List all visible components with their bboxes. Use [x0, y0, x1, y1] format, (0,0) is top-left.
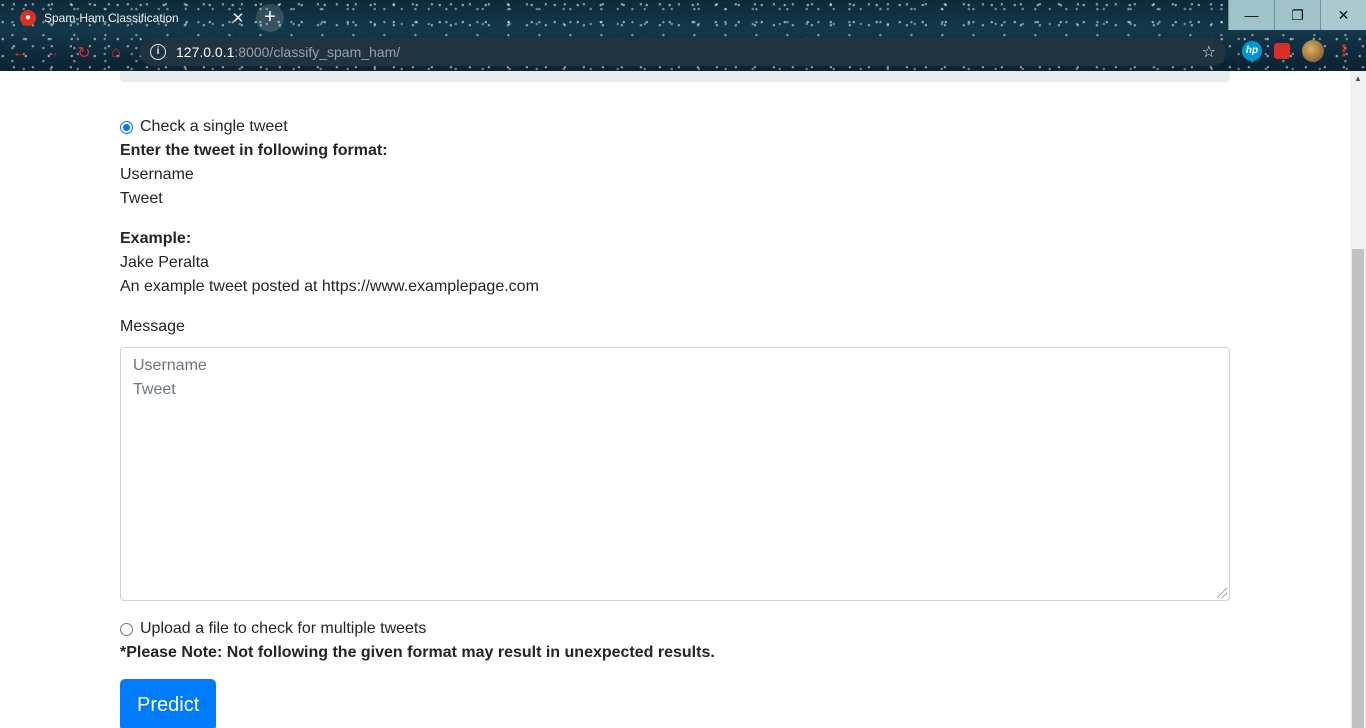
- placeholder-tweet: Tweet: [133, 381, 176, 398]
- browser-menu-icon[interactable]: ⋮: [1336, 41, 1352, 61]
- format-heading: Enter the tweet in following format:: [120, 142, 388, 159]
- classify-form: Check a single tweet Enter the tweet in …: [120, 115, 1230, 728]
- message-label: Message: [120, 318, 185, 335]
- page-viewport: Check a single tweet Enter the tweet in …: [0, 71, 1350, 728]
- url-host: 127.0.0.1: [176, 44, 235, 60]
- url-path: :8000/classify_spam_ham/: [234, 44, 401, 60]
- back-icon[interactable]: ←: [4, 44, 36, 62]
- browser-chrome: ● Spam-Ham Classification ✕ + — ❐ ✕ ← → …: [0, 0, 1366, 71]
- reload-icon[interactable]: ↻: [68, 43, 100, 63]
- site-info-icon[interactable]: i: [150, 44, 166, 60]
- close-window-button[interactable]: ✕: [1320, 0, 1366, 30]
- browser-tab[interactable]: ● Spam-Ham Classification ✕: [8, 0, 252, 35]
- single-tweet-option[interactable]: Check a single tweet: [120, 115, 1230, 139]
- tab-title: Spam-Ham Classification: [44, 10, 179, 25]
- message-textarea[interactable]: Username Tweet: [120, 347, 1230, 601]
- format-note: *Please Note: Not following the given fo…: [120, 644, 715, 661]
- forward-icon[interactable]: →: [36, 44, 68, 62]
- upload-file-radio[interactable]: [120, 622, 133, 636]
- example-heading: Example:: [120, 230, 192, 247]
- upload-file-label[interactable]: Upload a file to check for multiple twee…: [140, 617, 426, 641]
- tab-favicon-icon: ●: [20, 9, 36, 26]
- extension-puzzle-icon[interactable]: [1274, 43, 1290, 59]
- resize-grip-icon[interactable]: [1217, 588, 1227, 598]
- navigation-bar: ← → ↻ ⌂ i 127.0.0.1:8000/classify_spam_h…: [0, 36, 1366, 70]
- tab-close-icon[interactable]: ✕: [228, 9, 248, 27]
- placeholder-username: Username: [133, 357, 207, 374]
- single-tweet-radio[interactable]: [120, 120, 133, 134]
- profile-avatar[interactable]: [1302, 40, 1324, 62]
- example-username: Jake Peralta: [120, 254, 209, 271]
- scrollbar-thumb[interactable]: [1352, 249, 1364, 728]
- format-line-tweet: Tweet: [120, 190, 163, 207]
- header-strip: [120, 71, 1230, 82]
- bookmark-star-icon[interactable]: ☆: [1202, 42, 1216, 62]
- window-controls: — ❐ ✕: [1228, 0, 1366, 30]
- single-tweet-label[interactable]: Check a single tweet: [140, 115, 288, 139]
- address-bar[interactable]: i 127.0.0.1:8000/classify_spam_ham/ ☆: [140, 38, 1226, 66]
- vertical-scrollbar[interactable]: ▲: [1350, 71, 1366, 728]
- minimize-button[interactable]: —: [1228, 0, 1274, 30]
- format-line-username: Username: [120, 166, 194, 183]
- example-tweet: An example tweet posted at https://www.e…: [120, 278, 539, 295]
- extensions-area: hp ⋮: [1242, 40, 1352, 62]
- predict-button[interactable]: Predict: [120, 679, 217, 728]
- maximize-button[interactable]: ❐: [1274, 0, 1320, 30]
- new-tab-button[interactable]: +: [256, 4, 284, 32]
- hp-extension-icon[interactable]: hp: [1242, 41, 1262, 61]
- scroll-up-icon[interactable]: ▲: [1350, 71, 1366, 87]
- upload-file-option[interactable]: Upload a file to check for multiple twee…: [120, 617, 1230, 641]
- home-icon[interactable]: ⌂: [100, 44, 132, 62]
